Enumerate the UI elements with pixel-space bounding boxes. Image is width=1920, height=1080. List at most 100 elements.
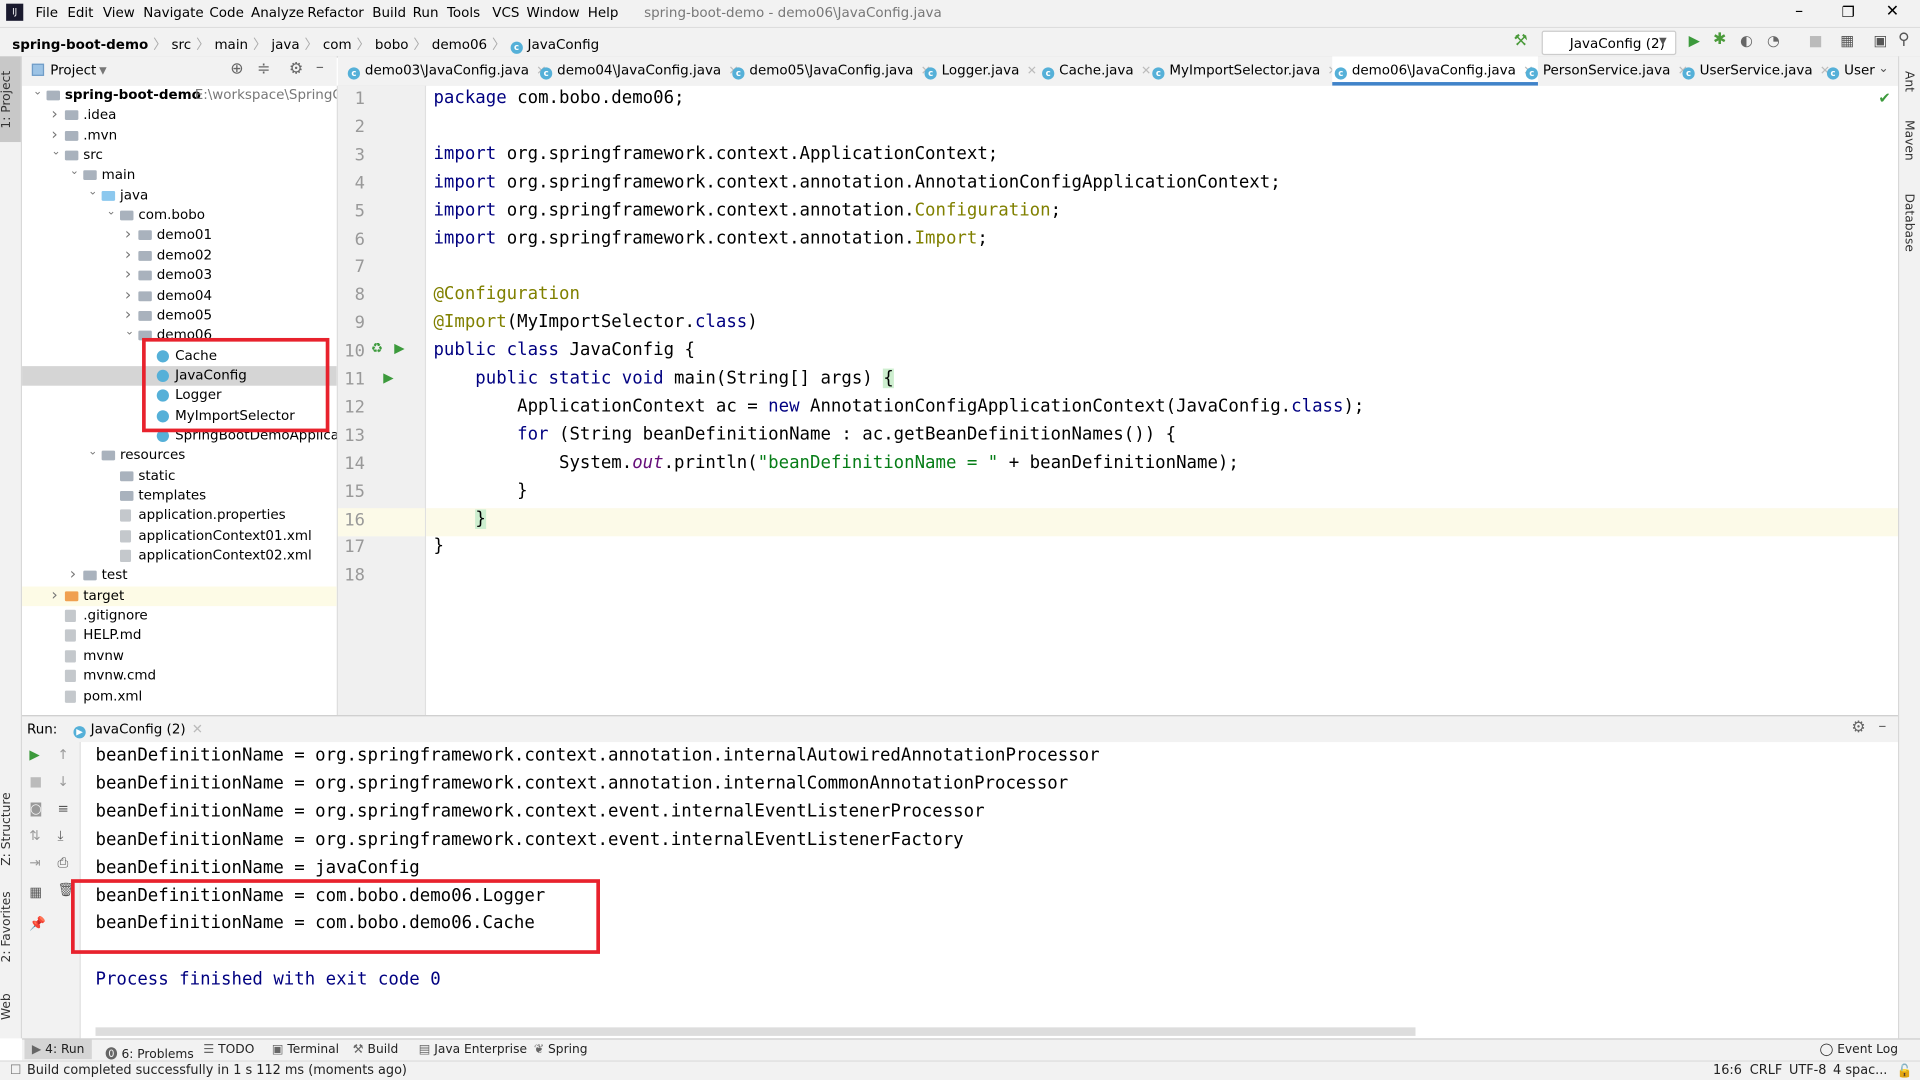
tool-terminal[interactable]: ▣ Terminal	[272, 1043, 339, 1056]
menu-view[interactable]: View	[103, 5, 135, 21]
breadcrumb-item[interactable]: com	[323, 37, 352, 53]
tree-item[interactable]: ⌄ spring-boot-demoE:\workspace\SpringClou…	[22, 86, 337, 106]
breadcrumb-item[interactable]: JavaConfig	[528, 37, 600, 53]
editor-tab[interactable]: c Logger.java ✕	[922, 56, 1042, 85]
close-window-button[interactable]: ✕	[1886, 2, 1899, 20]
up-icon[interactable]: ↑	[58, 747, 69, 763]
breadcrumb-item[interactable]: main	[214, 37, 248, 53]
tree-item[interactable]: static	[22, 466, 337, 486]
down-icon[interactable]: ↓	[58, 774, 69, 790]
menu-run[interactable]: Run	[413, 5, 439, 21]
chevron-down-icon[interactable]: ⌄	[107, 202, 116, 222]
menu-file[interactable]: File	[36, 5, 59, 21]
chevron-right-icon[interactable]: ›	[51, 586, 57, 606]
project-view-select[interactable]: Project	[50, 62, 96, 78]
chevron-down-icon[interactable]: ⌄	[88, 442, 97, 462]
restore-button[interactable]: ❐	[1842, 4, 1855, 21]
tree-item[interactable]: .gitignore	[22, 606, 337, 626]
chevron-right-icon[interactable]: ›	[125, 286, 131, 306]
stop-icon[interactable]: ■	[29, 774, 42, 790]
coverage-icon[interactable]: ◐	[1740, 32, 1753, 49]
tool-todo[interactable]: ☰ TODO	[203, 1043, 254, 1056]
tree-item[interactable]: › demo01	[22, 226, 337, 246]
restore-layout-icon[interactable]: ⇅	[29, 828, 40, 844]
gear-icon[interactable]: ⚙	[1851, 719, 1865, 737]
file-encoding[interactable]: UTF-8	[1789, 1063, 1826, 1078]
structure-tool-tab[interactable]: Z: Structure	[0, 786, 21, 872]
editor-tab[interactable]: c UserService.java ✕	[1680, 56, 1835, 85]
run-config-select[interactable]: JavaConfig (2) ▼	[1541, 30, 1677, 56]
chevron-down-icon[interactable]: ⌄	[88, 182, 97, 202]
bean-icon[interactable]: ♻	[371, 340, 383, 356]
database-tool-tab[interactable]: Database	[1902, 193, 1915, 251]
close-run-tab-icon[interactable]: ✕	[192, 721, 203, 737]
print-icon[interactable]: ⎙	[58, 855, 69, 872]
collapse-all-icon[interactable]: ≑	[257, 60, 270, 78]
chevron-right-icon[interactable]: ›	[125, 266, 131, 286]
tree-item[interactable]: mvnw	[22, 646, 337, 666]
editor-tab[interactable]: cdemo03\JavaConfig.java✕	[345, 56, 551, 85]
tree-item[interactable]: HELP.md	[22, 626, 337, 646]
soft-wrap-icon[interactable]: ≡	[58, 801, 69, 817]
tree-item[interactable]: applicationContext02.xml	[22, 546, 337, 566]
minimize-button[interactable]: –	[1795, 2, 1803, 20]
rerun-icon[interactable]: ▶	[29, 747, 39, 763]
tree-item[interactable]: › demo02	[22, 246, 337, 266]
code-editor[interactable]: ✔ package com.bobo.demo06; import org.spr…	[426, 85, 1898, 716]
menu-window[interactable]: Window	[527, 5, 580, 21]
chevron-down-icon[interactable]: ⌄	[125, 322, 134, 342]
menu-code[interactable]: Code	[209, 5, 243, 21]
close-tab-icon[interactable]: ✕	[1027, 65, 1037, 78]
chevron-down-icon[interactable]: ⌄	[33, 86, 42, 102]
breadcrumb-item[interactable]: java	[271, 37, 299, 53]
editor-tab[interactable]: cMyImportSelector.java✕	[1150, 56, 1343, 85]
menu-analyze[interactable]: Analyze	[251, 5, 304, 21]
run-icon[interactable]: ▶	[1689, 32, 1700, 49]
menu-tools[interactable]: Tools	[447, 5, 480, 21]
menu-build[interactable]: Build	[372, 5, 406, 21]
tree-item[interactable]: › target	[22, 586, 337, 606]
tool-java-enterprise[interactable]: ▤ Java Enterprise	[419, 1043, 527, 1056]
tool--run[interactable]: ▶ 4: Run	[24, 1039, 92, 1060]
tree-item[interactable]: › demo05	[22, 306, 337, 326]
tree-item[interactable]: › .idea	[22, 106, 337, 126]
hide-panel-icon[interactable]: –	[316, 59, 324, 77]
project-structure-icon[interactable]: ▦	[1840, 32, 1854, 49]
chevron-down-icon[interactable]: ⌄	[51, 142, 60, 162]
tree-item[interactable]: › .mvn	[22, 126, 337, 146]
breadcrumb-item[interactable]: demo06	[432, 37, 487, 53]
editor-tab[interactable]: c Cache.java ✕	[1040, 56, 1157, 85]
tree-item[interactable]: › demo03	[22, 266, 337, 286]
ant-tool-tab[interactable]: Ant	[1902, 71, 1915, 92]
menu-refactor[interactable]: Refactor	[307, 5, 364, 21]
layout-icon[interactable]: ▣	[1873, 32, 1887, 49]
stop-icon[interactable]: ■	[1809, 32, 1823, 49]
chevron-down-icon[interactable]: ⌄	[70, 162, 79, 182]
horizontal-scrollbar[interactable]	[95, 1027, 1416, 1036]
status-toggle-icon[interactable]: ☐	[10, 1063, 22, 1078]
run-tab[interactable]: ▶ JavaConfig (2) ✕	[73, 721, 203, 739]
camera-icon[interactable]: ◙	[29, 801, 42, 817]
tree-item[interactable]: ⌄ java	[22, 186, 337, 206]
menu-navigate[interactable]: Navigate	[143, 5, 203, 21]
debug-icon[interactable]: ✱	[1713, 31, 1726, 49]
web-tool-tab[interactable]: Web	[0, 982, 21, 1031]
tree-item[interactable]: mvnw.cmd	[22, 666, 337, 686]
tree-item[interactable]: ⌄ resources	[22, 446, 337, 466]
tree-item[interactable]: › demo04	[22, 286, 337, 306]
layout-icon[interactable]: ▦	[29, 884, 42, 900]
tool-build[interactable]: ⚒ Build	[353, 1043, 399, 1056]
chevron-right-icon[interactable]: ›	[125, 246, 131, 266]
chevron-down-icon[interactable]: ▼	[99, 65, 107, 76]
tree-item[interactable]: › test	[22, 566, 337, 586]
editor-tab[interactable]: cPersonService.java✕	[1523, 56, 1693, 85]
menu-help[interactable]: Help	[588, 5, 619, 21]
search-icon[interactable]: ⚲	[1898, 31, 1910, 49]
locate-file-icon[interactable]: ⊕	[230, 60, 243, 78]
run-main-gutter-icon[interactable]: ▶	[383, 370, 393, 386]
chevron-right-icon[interactable]: ›	[125, 226, 131, 246]
tabs-overflow-chevron-icon[interactable]: ⌄	[1878, 62, 1888, 75]
favorites-tool-tab[interactable]: 2: Favorites	[0, 884, 21, 970]
editor-tab[interactable]: c User	[1824, 56, 1879, 85]
hide-panel-icon[interactable]: –	[1878, 718, 1886, 736]
